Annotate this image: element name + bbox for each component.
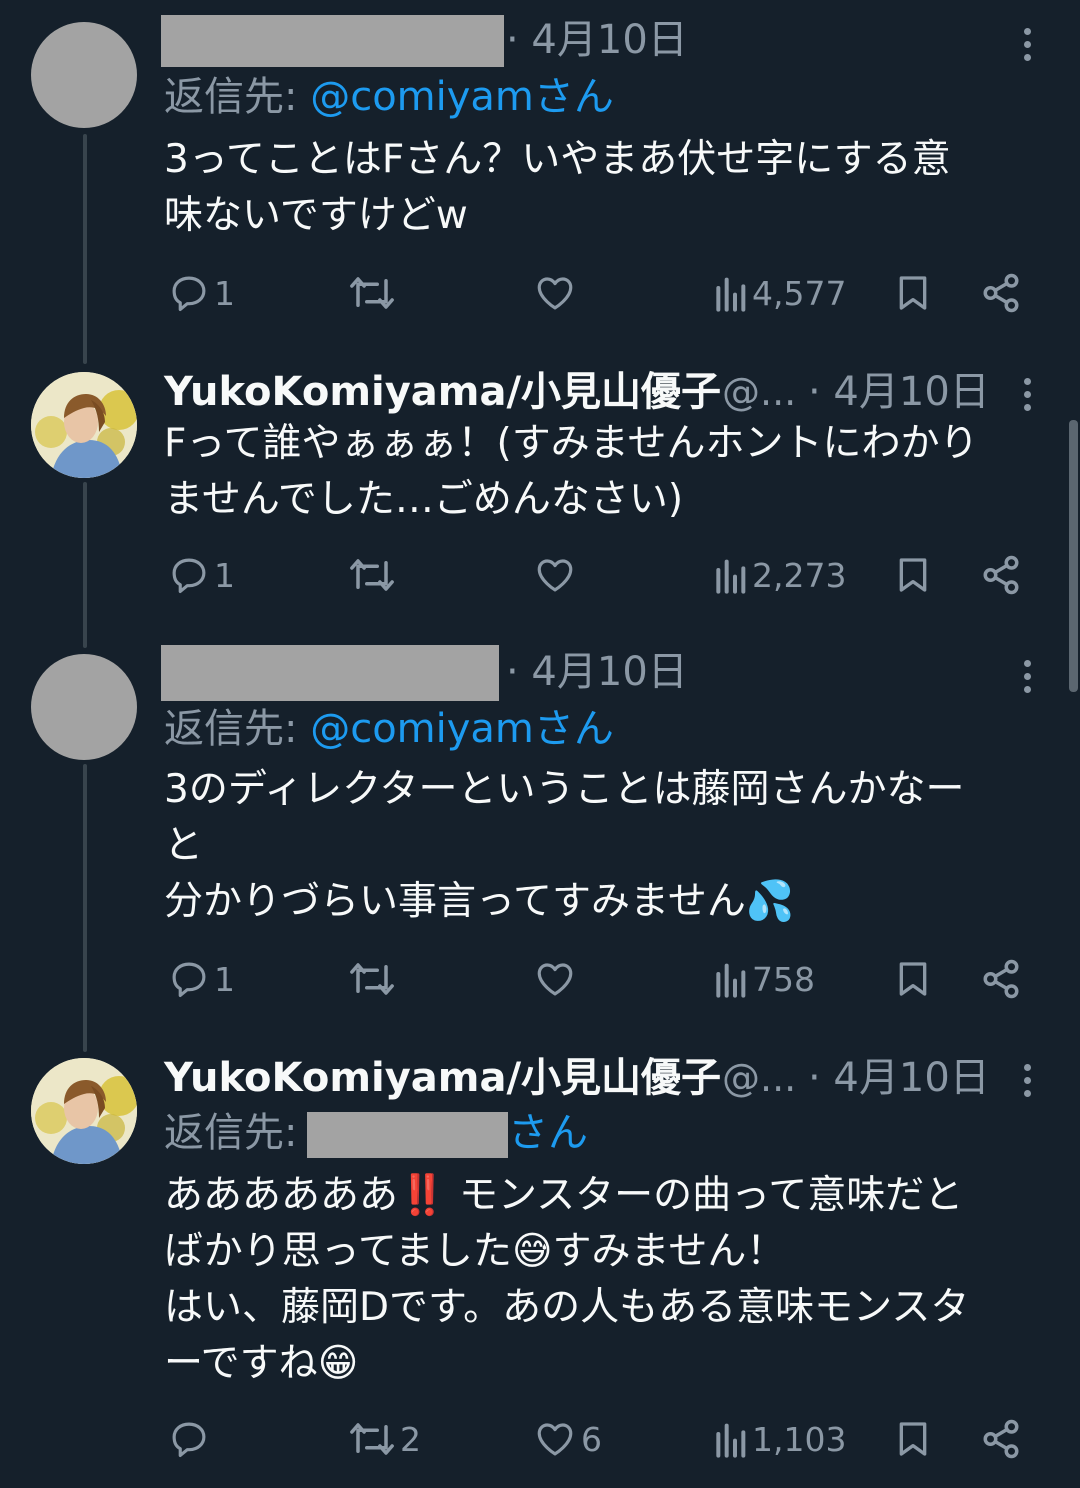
reply-to-label: 返信先: (164, 74, 298, 120)
share-icon (983, 273, 1019, 313)
avatar[interactable] (31, 654, 137, 760)
views-icon (716, 277, 746, 312)
like-button[interactable] (533, 268, 581, 318)
author-handle[interactable]: @... (722, 368, 796, 416)
more-icon[interactable] (1010, 22, 1044, 70)
like-icon (537, 963, 573, 996)
reply-icon (172, 1422, 206, 1458)
bookmark-icon (899, 962, 927, 996)
reply-button[interactable] (168, 1414, 214, 1464)
retweet-icon (350, 277, 394, 309)
views-count: 4,577 (752, 273, 847, 313)
share-icon (983, 1419, 1019, 1459)
views-icon (716, 559, 746, 594)
retweet-button[interactable] (348, 268, 400, 318)
tweet-text: Fって誰やぁぁぁ！(すみませんホントにわかり ませんでした…ごめんなさい) (164, 421, 979, 522)
share-button[interactable] (980, 954, 1022, 1004)
views-icon (716, 1423, 746, 1458)
reply-to-line: 返信先: @comiyamさん (164, 704, 614, 754)
like-icon (537, 1423, 573, 1456)
tweet[interactable]: YukoKomiyama/小見山優子 @... · 4月10日 返信先: さん … (0, 1046, 1080, 1488)
more-icon[interactable] (1010, 654, 1044, 702)
like-button[interactable]: 6 (533, 1414, 602, 1464)
like-button[interactable] (533, 954, 581, 1004)
views-button[interactable]: 4,577 (712, 268, 846, 318)
reply-to-suffix[interactable]: さん (508, 1108, 588, 1158)
retweet-button[interactable] (348, 954, 400, 1004)
bookmark-button[interactable] (893, 954, 933, 1004)
reply-count: 1 (214, 959, 235, 999)
redacted-reply-mention (307, 1112, 508, 1158)
bookmark-icon (899, 1422, 927, 1456)
bookmark-button[interactable] (893, 1414, 933, 1464)
bookmark-button[interactable] (893, 268, 933, 318)
tweet-text: 3のディレクターということは藤岡さんかなー と 分かりづらい事言ってすみません💦 (164, 767, 965, 924)
tweet-date[interactable]: · 4月10日 (808, 368, 990, 416)
like-icon (537, 277, 573, 310)
bookmark-button[interactable] (893, 550, 933, 600)
views-button[interactable]: 758 (712, 954, 815, 1004)
reply-button[interactable]: 1 (168, 954, 235, 1004)
reply-icon (172, 276, 206, 312)
views-count: 758 (752, 959, 815, 999)
avatar[interactable] (31, 1058, 137, 1164)
reply-to-line: 返信先: @comiyamさん (164, 72, 614, 122)
views-button[interactable]: 2,273 (712, 550, 846, 600)
retweet-count: 2 (400, 1419, 421, 1459)
tweet[interactable]: · 4月10日 返信先: @comiyamさん 3ってことはFさん？いやまあ伏せ… (0, 0, 1080, 340)
reply-count: 1 (214, 273, 235, 313)
reply-count: 1 (214, 555, 235, 595)
reply-icon (172, 558, 206, 594)
share-button[interactable] (980, 268, 1022, 318)
avatar[interactable] (31, 372, 137, 478)
share-button[interactable] (980, 550, 1022, 600)
tweet[interactable]: · 4月10日 返信先: @comiyamさん 3のディレクターということは藤岡… (0, 640, 1080, 1040)
author-name[interactable]: YukoKomiyama/小見山優子 (164, 1054, 721, 1102)
bookmark-icon (899, 276, 927, 310)
redacted-author-name (161, 15, 504, 67)
reply-to-mention[interactable]: @comiyamさん (310, 74, 614, 120)
share-icon (983, 959, 1019, 999)
more-icon[interactable] (1010, 1058, 1044, 1106)
like-icon (537, 559, 573, 592)
reply-button[interactable]: 1 (168, 550, 235, 600)
tweet-text: ああああああ‼️ モンスターの曲って意味だと ばかり思ってました😅すみません！ … (164, 1173, 970, 1386)
share-icon (983, 555, 1019, 595)
tweet[interactable]: YukoKomiyama/小見山優子 @... · 4月10日 Fって誰やぁぁぁ… (0, 360, 1080, 630)
views-count: 1,103 (752, 1419, 847, 1459)
tweet-date[interactable]: · 4月10日 (506, 648, 688, 696)
tweet-date[interactable]: · 4月10日 (506, 16, 688, 64)
retweet-icon (350, 559, 394, 591)
author-name[interactable]: YukoKomiyama/小見山優子 (164, 368, 721, 416)
more-icon[interactable] (1010, 372, 1044, 420)
reply-icon (172, 962, 206, 998)
like-button[interactable] (533, 550, 581, 600)
reply-to-label: 返信先: (164, 706, 298, 752)
retweet-button[interactable]: 2 (348, 1414, 421, 1464)
reply-to-label: 返信先: (164, 1110, 298, 1156)
views-count: 2,273 (752, 555, 847, 595)
retweet-button[interactable] (348, 550, 400, 600)
reply-button[interactable]: 1 (168, 268, 235, 318)
author-handle[interactable]: @... (722, 1054, 796, 1102)
reply-to-mention[interactable]: @comiyamさん (310, 706, 614, 752)
avatar[interactable] (31, 22, 137, 128)
tweet-text: 3ってことはFさん？いやまあ伏せ字にする意 味ないですけどw (164, 137, 951, 238)
tweet-date[interactable]: · 4月10日 (808, 1054, 990, 1102)
reply-to-line: 返信先: (164, 1108, 297, 1158)
retweet-icon (350, 1423, 394, 1455)
share-button[interactable] (980, 1414, 1022, 1464)
bookmark-icon (899, 558, 927, 592)
views-icon (716, 963, 746, 998)
like-count: 6 (581, 1419, 602, 1459)
retweet-icon (350, 963, 394, 995)
views-button[interactable]: 1,103 (712, 1414, 846, 1464)
redacted-author-name (161, 645, 499, 701)
